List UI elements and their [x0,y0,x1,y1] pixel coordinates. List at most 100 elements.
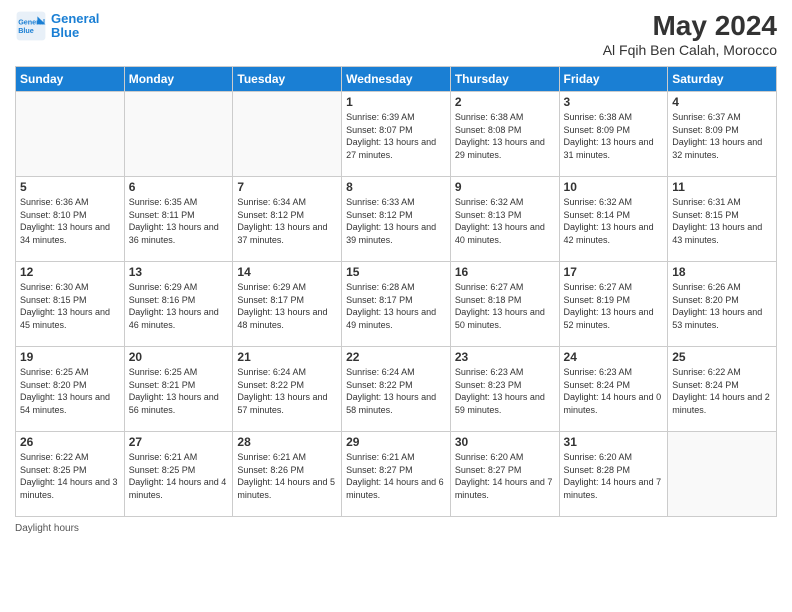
calendar: SundayMondayTuesdayWednesdayThursdayFrid… [15,66,777,517]
day-number: 15 [346,265,446,279]
weekday-header-thursday: Thursday [450,67,559,92]
day-number: 8 [346,180,446,194]
day-number: 10 [564,180,664,194]
day-number: 11 [672,180,772,194]
day-info: Sunrise: 6:38 AM Sunset: 8:09 PM Dayligh… [564,111,664,161]
calendar-cell: 30 Sunrise: 6:20 AM Sunset: 8:27 PM Dayli… [450,432,559,517]
day-info: Sunrise: 6:34 AM Sunset: 8:12 PM Dayligh… [237,196,337,246]
calendar-week-3: 19 Sunrise: 6:25 AM Sunset: 8:20 PM Dayli… [16,347,777,432]
calendar-cell: 5 Sunrise: 6:36 AM Sunset: 8:10 PM Daylig… [16,177,125,262]
calendar-week-4: 26 Sunrise: 6:22 AM Sunset: 8:25 PM Dayli… [16,432,777,517]
svg-text:Blue: Blue [18,26,34,35]
calendar-cell: 28 Sunrise: 6:21 AM Sunset: 8:26 PM Dayli… [233,432,342,517]
day-number: 17 [564,265,664,279]
calendar-week-0: 1 Sunrise: 6:39 AM Sunset: 8:07 PM Daylig… [16,92,777,177]
day-number: 16 [455,265,555,279]
calendar-cell: 26 Sunrise: 6:22 AM Sunset: 8:25 PM Dayli… [16,432,125,517]
day-number: 22 [346,350,446,364]
day-info: Sunrise: 6:35 AM Sunset: 8:11 PM Dayligh… [129,196,229,246]
calendar-cell: 22 Sunrise: 6:24 AM Sunset: 8:22 PM Dayli… [342,347,451,432]
day-info: Sunrise: 6:24 AM Sunset: 8:22 PM Dayligh… [346,366,446,416]
calendar-cell: 2 Sunrise: 6:38 AM Sunset: 8:08 PM Daylig… [450,92,559,177]
day-number: 13 [129,265,229,279]
day-number: 1 [346,95,446,109]
day-number: 23 [455,350,555,364]
weekday-header-monday: Monday [124,67,233,92]
calendar-cell: 6 Sunrise: 6:35 AM Sunset: 8:11 PM Daylig… [124,177,233,262]
logo-text: General Blue [51,12,99,41]
day-number: 27 [129,435,229,449]
calendar-week-2: 12 Sunrise: 6:30 AM Sunset: 8:15 PM Dayli… [16,262,777,347]
title-area: May 2024 Al Fqih Ben Calah, Morocco [603,10,777,58]
calendar-cell: 10 Sunrise: 6:32 AM Sunset: 8:14 PM Dayli… [559,177,668,262]
day-info: Sunrise: 6:25 AM Sunset: 8:20 PM Dayligh… [20,366,120,416]
day-info: Sunrise: 6:21 AM Sunset: 8:25 PM Dayligh… [129,451,229,501]
day-number: 12 [20,265,120,279]
month-year: May 2024 [603,10,777,42]
day-info: Sunrise: 6:27 AM Sunset: 8:19 PM Dayligh… [564,281,664,331]
calendar-cell: 11 Sunrise: 6:31 AM Sunset: 8:15 PM Dayli… [668,177,777,262]
weekday-header-saturday: Saturday [668,67,777,92]
calendar-cell: 13Sunrise: 6:29 AM Sunset: 8:16 PM Dayli… [124,262,233,347]
day-number: 25 [672,350,772,364]
day-info: Sunrise: 6:22 AM Sunset: 8:25 PM Dayligh… [20,451,120,501]
calendar-cell: 7 Sunrise: 6:34 AM Sunset: 8:12 PM Daylig… [233,177,342,262]
day-info: Sunrise: 6:36 AM Sunset: 8:10 PM Dayligh… [20,196,120,246]
day-number: 20 [129,350,229,364]
calendar-cell: 14Sunrise: 6:29 AM Sunset: 8:17 PM Dayli… [233,262,342,347]
calendar-cell: 3Sunrise: 6:38 AM Sunset: 8:09 PM Daylig… [559,92,668,177]
logo-icon: General Blue [15,10,47,42]
day-info: Sunrise: 6:38 AM Sunset: 8:08 PM Dayligh… [455,111,555,161]
day-info: Sunrise: 6:31 AM Sunset: 8:15 PM Dayligh… [672,196,772,246]
day-number: 4 [672,95,772,109]
day-info: Sunrise: 6:32 AM Sunset: 8:13 PM Dayligh… [455,196,555,246]
day-number: 14 [237,265,337,279]
day-number: 19 [20,350,120,364]
day-info: Sunrise: 6:23 AM Sunset: 8:24 PM Dayligh… [564,366,664,416]
day-info: Sunrise: 6:23 AM Sunset: 8:23 PM Dayligh… [455,366,555,416]
calendar-cell: 21Sunrise: 6:24 AM Sunset: 8:22 PM Dayli… [233,347,342,432]
weekday-header-sunday: Sunday [16,67,125,92]
day-number: 21 [237,350,337,364]
logo: General Blue General Blue [15,10,99,42]
day-info: Sunrise: 6:37 AM Sunset: 8:09 PM Dayligh… [672,111,772,161]
day-info: Sunrise: 6:27 AM Sunset: 8:18 PM Dayligh… [455,281,555,331]
daylight-hours-label: Daylight hours [15,523,79,534]
calendar-cell: 12 Sunrise: 6:30 AM Sunset: 8:15 PM Dayli… [16,262,125,347]
day-number: 30 [455,435,555,449]
calendar-cell: 15 Sunrise: 6:28 AM Sunset: 8:17 PM Dayli… [342,262,451,347]
calendar-cell: 8Sunrise: 6:33 AM Sunset: 8:12 PM Daylig… [342,177,451,262]
calendar-cell: 1 Sunrise: 6:39 AM Sunset: 8:07 PM Daylig… [342,92,451,177]
calendar-cell: 18Sunrise: 6:26 AM Sunset: 8:20 PM Dayli… [668,262,777,347]
day-info: Sunrise: 6:26 AM Sunset: 8:20 PM Dayligh… [672,281,772,331]
day-number: 28 [237,435,337,449]
day-info: Sunrise: 6:20 AM Sunset: 8:27 PM Dayligh… [455,451,555,501]
calendar-cell: 16 Sunrise: 6:27 AM Sunset: 8:18 PM Dayli… [450,262,559,347]
page: General Blue General Blue May 2024 Al Fq… [0,0,792,612]
day-number: 5 [20,180,120,194]
day-info: Sunrise: 6:20 AM Sunset: 8:28 PM Dayligh… [564,451,664,501]
day-info: Sunrise: 6:21 AM Sunset: 8:26 PM Dayligh… [237,451,337,501]
day-number: 29 [346,435,446,449]
day-number: 7 [237,180,337,194]
calendar-cell: 27 Sunrise: 6:21 AM Sunset: 8:25 PM Dayli… [124,432,233,517]
calendar-cell: 20Sunrise: 6:25 AM Sunset: 8:21 PM Dayli… [124,347,233,432]
calendar-cell: 4 Sunrise: 6:37 AM Sunset: 8:09 PM Daylig… [668,92,777,177]
day-number: 6 [129,180,229,194]
calendar-cell: 31 Sunrise: 6:20 AM Sunset: 8:28 PM Dayli… [559,432,668,517]
calendar-cell [233,92,342,177]
calendar-cell [668,432,777,517]
day-info: Sunrise: 6:32 AM Sunset: 8:14 PM Dayligh… [564,196,664,246]
day-number: 26 [20,435,120,449]
day-info: Sunrise: 6:39 AM Sunset: 8:07 PM Dayligh… [346,111,446,161]
day-number: 2 [455,95,555,109]
day-info: Sunrise: 6:21 AM Sunset: 8:27 PM Dayligh… [346,451,446,501]
day-number: 31 [564,435,664,449]
day-number: 9 [455,180,555,194]
day-info: Sunrise: 6:30 AM Sunset: 8:15 PM Dayligh… [20,281,120,331]
weekday-header-tuesday: Tuesday [233,67,342,92]
calendar-cell: 17 Sunrise: 6:27 AM Sunset: 8:19 PM Dayli… [559,262,668,347]
day-info: Sunrise: 6:28 AM Sunset: 8:17 PM Dayligh… [346,281,446,331]
footer: Daylight hours [15,523,777,534]
calendar-cell [16,92,125,177]
